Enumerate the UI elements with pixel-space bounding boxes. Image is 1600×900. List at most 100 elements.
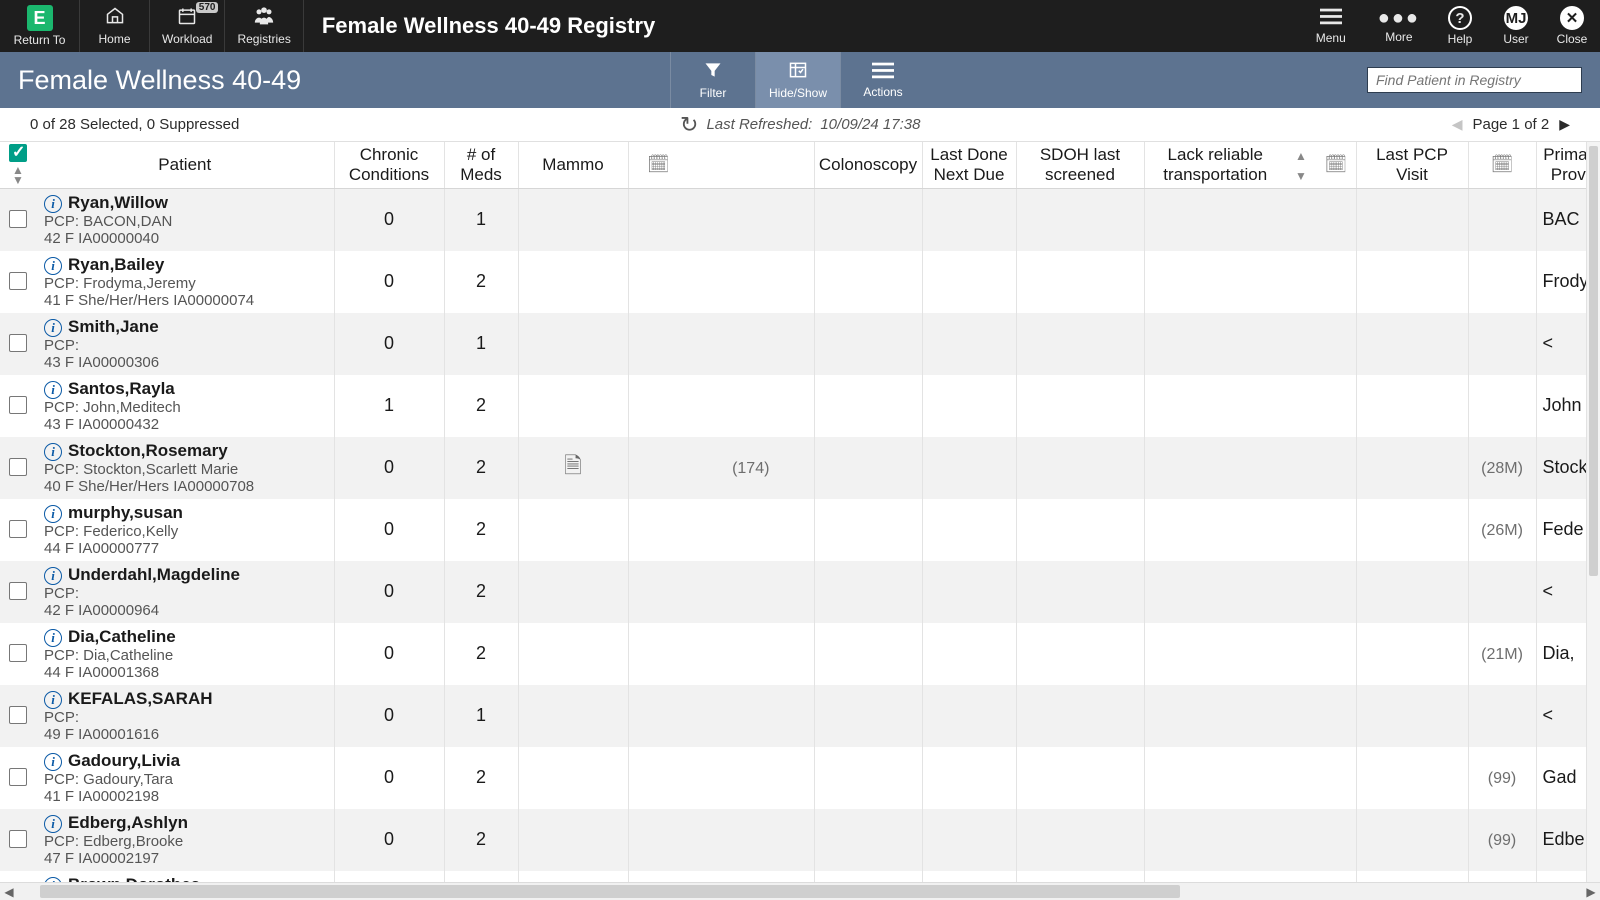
table-row[interactable]: iKEFALAS,SARAHPCP: 49 F IA0000161601< [0, 685, 1600, 747]
info-icon[interactable]: i [44, 815, 62, 833]
workload-button[interactable]: 570 Workload [150, 0, 225, 52]
cell-meds: 2 [444, 499, 518, 561]
menu-icon [1320, 7, 1342, 29]
col-chronic[interactable]: ChronicConditions [334, 142, 444, 188]
help-label: Help [1448, 32, 1473, 46]
row-checkbox[interactable] [9, 706, 27, 724]
col-sdoh[interactable]: SDOH lastscreened [1016, 142, 1144, 188]
col-lack-transport[interactable]: Lack reliabletransportation [1144, 142, 1286, 188]
funnel-icon [702, 60, 724, 85]
col-meds[interactable]: # ofMeds [444, 142, 518, 188]
patient-name[interactable]: Gadoury,Livia [68, 751, 180, 770]
row-checkbox[interactable] [9, 272, 27, 290]
info-icon[interactable]: i [44, 195, 62, 213]
table-row[interactable]: iRyan,WillowPCP: BACON,DAN42 F IA0000004… [0, 188, 1600, 251]
row-checkbox[interactable] [9, 458, 27, 476]
patient-pcp: PCP: [44, 709, 326, 726]
find-patient-input[interactable] [1367, 67, 1582, 93]
menu-button[interactable]: Menu [1296, 0, 1366, 52]
col-mammo[interactable]: Mammo [518, 142, 628, 188]
table-row[interactable]: iEdberg,AshlynPCP: Edberg,Brooke47 F IA0… [0, 809, 1600, 871]
table-row[interactable]: iSmith,JanePCP: 43 F IA0000030601< [0, 313, 1600, 375]
horizontal-scrollbar[interactable]: ◀ ▶ [0, 882, 1600, 900]
patient-name[interactable]: Dia,Catheline [68, 627, 176, 646]
page-prev-button[interactable]: ◀ [1452, 116, 1463, 133]
table-row[interactable]: iUnderdahl,MagdelinePCP: 42 F IA00000964… [0, 561, 1600, 623]
info-icon[interactable]: i [44, 629, 62, 647]
patient-name[interactable]: KEFALAS,SARAH [68, 689, 213, 708]
vertical-scrollbar[interactable] [1586, 142, 1600, 882]
row-checkbox[interactable] [9, 830, 27, 848]
hscroll-right-button[interactable]: ▶ [1582, 885, 1600, 899]
table-row[interactable]: iGadoury,LiviaPCP: Gadoury,Tara41 F IA00… [0, 747, 1600, 809]
user-button[interactable]: MJ User [1488, 0, 1544, 52]
table-row[interactable]: iStockton,RosemaryPCP: Stockton,Scarlett… [0, 437, 1600, 499]
return-to-button[interactable]: E Return To [0, 0, 80, 52]
patient-name[interactable]: Ryan,Bailey [68, 255, 164, 274]
hide-show-button[interactable]: Hide/Show [755, 52, 840, 108]
col-last-pcp[interactable]: Last PCPVisit [1356, 142, 1468, 188]
info-icon[interactable]: i [44, 753, 62, 771]
home-label: Home [98, 32, 130, 46]
registries-button[interactable]: Registries [225, 0, 303, 52]
row-checkbox[interactable] [9, 582, 27, 600]
info-icon[interactable]: i [44, 567, 62, 585]
col-last-done[interactable]: Last DoneNext Due [922, 142, 1016, 188]
col-lack-cal[interactable]: 🗓 [1316, 142, 1356, 188]
actions-icon [872, 61, 894, 84]
close-button[interactable]: ✕ Close [1544, 0, 1600, 52]
table-row[interactable]: iDia,CathelinePCP: Dia,Catheline44 F IA0… [0, 623, 1600, 685]
col-patient[interactable]: Patient [36, 142, 334, 188]
patient-name[interactable]: Smith,Jane [68, 317, 159, 336]
page-next-button[interactable]: ▶ [1559, 116, 1570, 133]
cell-last-pcp-val: (99) [1488, 832, 1516, 849]
filter-button[interactable]: Filter [670, 52, 755, 108]
row-checkbox[interactable] [9, 768, 27, 786]
cell-meds: 2 [444, 809, 518, 871]
col-colonoscopy[interactable]: Colonoscopy [814, 142, 922, 188]
patient-name[interactable]: Underdahl,Magdeline [68, 565, 240, 584]
row-checkbox[interactable] [9, 334, 27, 352]
row-checkbox[interactable] [9, 396, 27, 414]
info-icon[interactable]: i [44, 505, 62, 523]
cell-mammo [518, 747, 628, 809]
sort-icon: ▲▼ [1295, 149, 1307, 183]
patient-name[interactable]: Santos,Rayla [68, 379, 175, 398]
col-lack-sort[interactable]: ▲▼ [1286, 142, 1316, 188]
cell-mammo-val: (174) [732, 460, 769, 477]
patient-name[interactable]: murphy,susan [68, 503, 183, 522]
hscroll-left-button[interactable]: ◀ [0, 885, 18, 899]
cell-meds: 2 [444, 251, 518, 313]
note-icon[interactable]: 🗎 [564, 453, 582, 478]
cell-meds: 2 [444, 747, 518, 809]
table-row[interactable]: imurphy,susanPCP: Federico,Kelly44 F IA0… [0, 499, 1600, 561]
home-button[interactable]: Home [80, 0, 150, 52]
patient-pcp: PCP: BACON,DAN [44, 213, 326, 230]
info-icon[interactable]: i [44, 319, 62, 337]
cell-mammo [518, 561, 628, 623]
patient-name[interactable]: Ryan,Willow [68, 193, 168, 212]
col-mammo-date[interactable]: 🗓 [628, 142, 688, 188]
table-row[interactable]: iRyan,BaileyPCP: Frodyma,Jeremy41 F She/… [0, 251, 1600, 313]
cell-last-pcp [1356, 437, 1468, 499]
col-last-pcp-cal[interactable]: 🗓 [1468, 142, 1536, 188]
cell-chronic: 0 [334, 685, 444, 747]
refresh-icon[interactable]: ↻ [680, 112, 698, 138]
more-label: More [1385, 30, 1412, 44]
select-all-checkbox[interactable] [9, 144, 27, 162]
patient-name[interactable]: Edberg,Ashlyn [68, 813, 188, 832]
info-icon[interactable]: i [44, 381, 62, 399]
patient-name[interactable]: Stockton,Rosemary [68, 441, 228, 460]
info-icon[interactable]: i [44, 691, 62, 709]
info-icon[interactable]: i [44, 443, 62, 461]
table-row[interactable]: iSantos,RaylaPCP: John,Meditech43 F IA00… [0, 375, 1600, 437]
row-checkbox[interactable] [9, 210, 27, 228]
info-icon[interactable]: i [44, 257, 62, 275]
row-checkbox[interactable] [9, 644, 27, 662]
sort-handle-icon[interactable]: ▲▼ [12, 166, 24, 185]
row-checkbox[interactable] [9, 520, 27, 538]
cell-mammo [518, 188, 628, 251]
help-button[interactable]: ? Help [1432, 0, 1488, 52]
more-button[interactable]: ●●● More [1366, 0, 1432, 52]
actions-button[interactable]: Actions [840, 52, 925, 108]
